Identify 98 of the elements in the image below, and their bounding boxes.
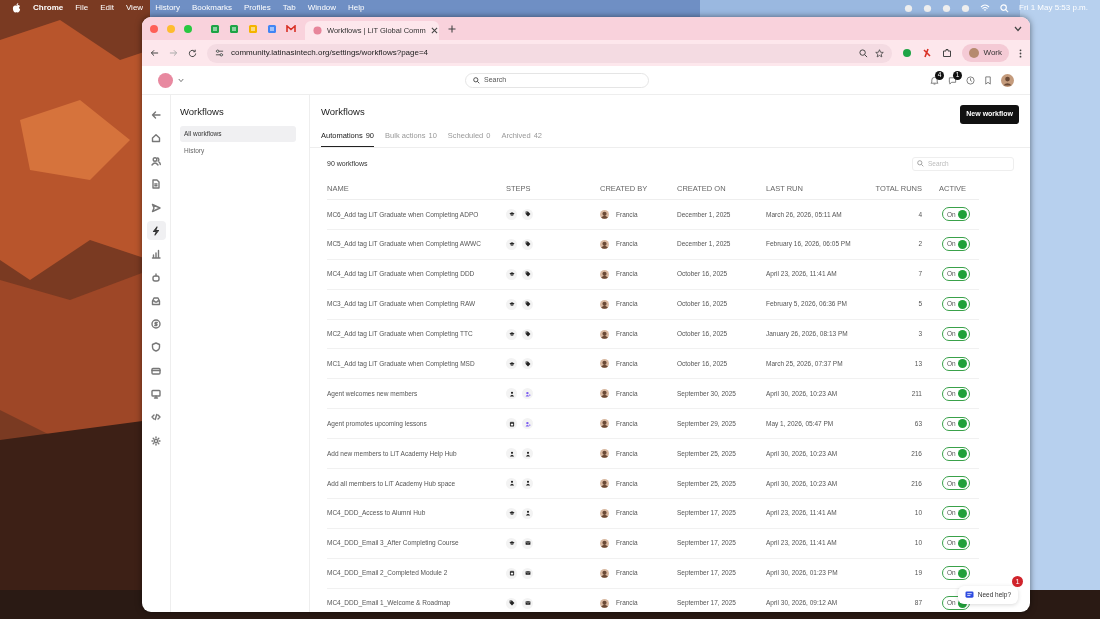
url-text: community.latinasintech.org/settings/workflows?page=4 <box>231 47 429 59</box>
avatar-icon <box>600 239 609 249</box>
document-icon <box>151 179 161 190</box>
profile-button[interactable]: Work <box>962 44 1009 62</box>
chat-icon[interactable] <box>948 75 957 85</box>
avatar-icon <box>600 508 609 518</box>
shield-icon <box>151 342 161 353</box>
new-tab-icon[interactable] <box>448 24 456 33</box>
avatar-icon <box>600 598 609 608</box>
search-icon[interactable] <box>1000 3 1010 13</box>
chat-icon <box>964 591 974 600</box>
dollar-coin-icon <box>151 319 161 330</box>
star-icon[interactable] <box>875 48 885 58</box>
community-logo[interactable] <box>158 72 173 88</box>
avatar-icon <box>600 269 609 279</box>
avatar-icon <box>600 329 609 339</box>
envelope-step-icon <box>522 537 533 549</box>
graduation-cap-step-icon <box>506 268 517 280</box>
search-icon <box>917 160 924 168</box>
tag-step-icon <box>522 358 533 370</box>
reload-icon[interactable] <box>188 48 197 58</box>
graduation-cap-step-icon <box>506 238 517 250</box>
home-icon <box>151 132 161 143</box>
avatar-icon <box>969 48 980 58</box>
robot-icon <box>151 272 161 283</box>
person-step-icon <box>522 477 533 489</box>
bell-icon[interactable] <box>930 75 939 85</box>
pinned-tab-icon[interactable] <box>229 23 239 34</box>
page-title: Workflows <box>321 105 365 119</box>
back-icon[interactable] <box>150 49 159 57</box>
extension-icon[interactable] <box>902 48 913 58</box>
extension-icon[interactable] <box>922 48 933 58</box>
avatar-icon <box>600 359 609 369</box>
lightning-icon <box>151 226 161 236</box>
pinned-tab-icon[interactable] <box>210 23 220 34</box>
credit-card-icon <box>151 365 161 376</box>
avatar-icon <box>600 419 609 429</box>
calendar-step-icon <box>506 567 517 579</box>
chevron-down-icon[interactable] <box>1014 25 1022 32</box>
envelope-step-icon <box>522 597 533 609</box>
person-step-icon <box>506 388 517 400</box>
person-step-icon <box>522 448 533 460</box>
menu-item[interactable]: Edit <box>100 2 114 14</box>
back-arrow-icon <box>151 109 161 120</box>
avatar-icon <box>600 478 609 488</box>
apple-icon[interactable] <box>12 3 21 13</box>
zoom-icon[interactable] <box>859 48 869 58</box>
monitor-icon <box>151 389 161 400</box>
person-step-icon <box>506 477 517 489</box>
mail-icon[interactable] <box>286 24 296 33</box>
graduation-cap-step-icon <box>506 507 517 519</box>
profile-name: Work <box>983 47 1002 59</box>
tag-step-icon <box>522 238 533 250</box>
avatar-icon <box>600 449 609 459</box>
close-window-button[interactable] <box>150 24 158 33</box>
settings-icon <box>151 435 161 446</box>
bar-chart-icon <box>151 249 161 260</box>
graduation-cap-step-icon <box>506 537 517 549</box>
more-icon[interactable] <box>1019 48 1022 58</box>
calendar-step-icon <box>506 418 517 430</box>
avatar-icon <box>600 299 609 309</box>
site-icon <box>313 26 322 35</box>
menu-item[interactable]: View <box>125 2 144 14</box>
tag-step-icon <box>522 298 533 310</box>
send-icon <box>151 202 161 213</box>
people-icon <box>151 156 161 167</box>
site-settings-icon[interactable] <box>215 49 224 57</box>
graduation-cap-step-icon <box>506 208 517 220</box>
sparkle-person-step-icon <box>522 388 533 400</box>
graduation-cap-step-icon <box>506 298 517 310</box>
bookmark-icon[interactable] <box>984 75 992 85</box>
graduation-cap-step-icon <box>506 358 517 370</box>
nav-rail-button[interactable] <box>146 221 166 241</box>
sparkle-person-step-icon <box>522 418 533 430</box>
avatar-icon <box>600 209 609 219</box>
avatar-icon <box>600 568 609 578</box>
app-menu[interactable]: Chrome <box>33 2 64 14</box>
sidebar-title: Workflows <box>180 105 225 119</box>
graduation-cap-step-icon <box>506 328 517 340</box>
search-icon <box>473 76 480 84</box>
clock-icon[interactable] <box>966 75 975 85</box>
tag-step-icon <box>522 328 533 340</box>
person-step-icon <box>506 448 517 460</box>
close-icon[interactable] <box>430 27 438 34</box>
puzzle-icon[interactable] <box>942 48 953 58</box>
user-avatar[interactable] <box>1001 73 1014 87</box>
inbox-icon <box>151 295 161 306</box>
menu-item[interactable]: File <box>75 2 89 14</box>
pinned-tab-icon[interactable] <box>267 23 277 34</box>
code-icon <box>151 412 161 423</box>
avatar-icon <box>600 538 609 548</box>
tag-step-icon <box>506 597 517 609</box>
address-bar[interactable]: community.latinasintech.org/settings/workflows?page=4 <box>207 43 893 63</box>
avatar-icon <box>600 389 609 399</box>
envelope-step-icon <box>522 567 533 579</box>
tag-step-icon <box>522 268 533 280</box>
person-step-icon <box>522 507 533 519</box>
tag-step-icon <box>522 208 533 220</box>
